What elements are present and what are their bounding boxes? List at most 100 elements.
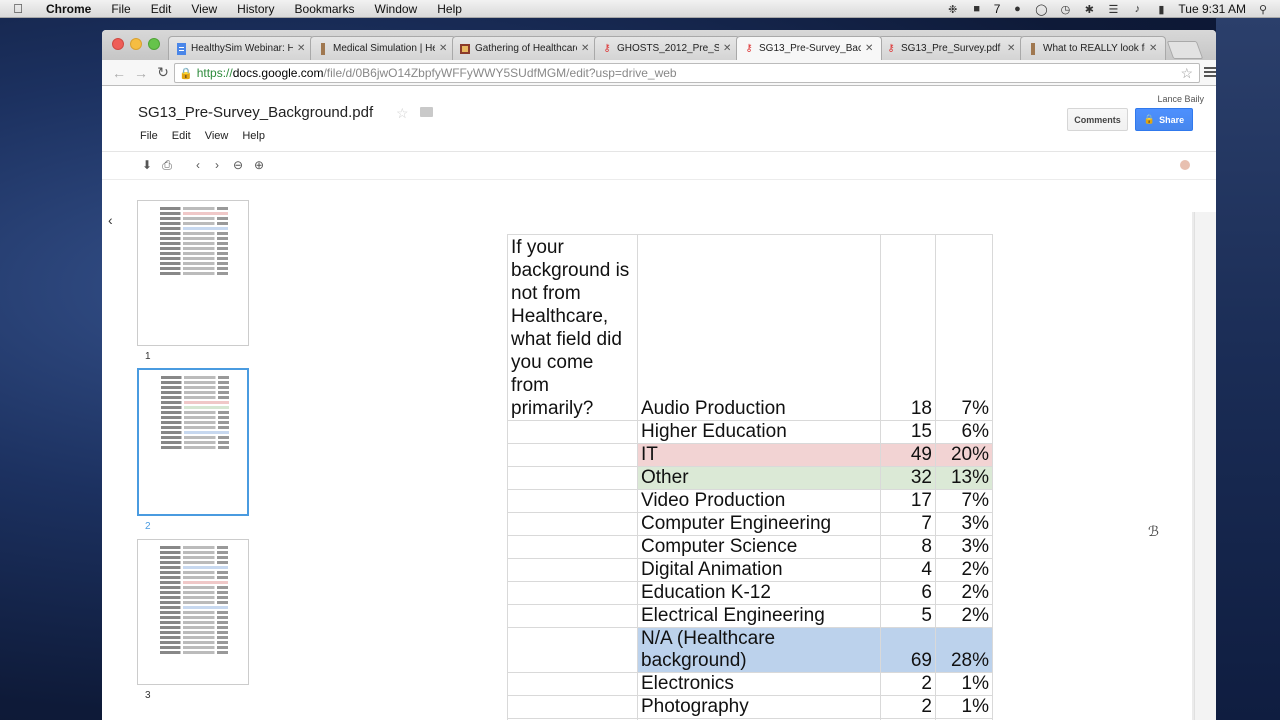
zoom-in-icon[interactable]: ⊕ xyxy=(252,158,266,172)
menu-edit[interactable]: Edit xyxy=(141,2,182,16)
sync-icon[interactable]: ● xyxy=(1010,3,1024,15)
tab-what-to-really-look-for[interactable]: What to REALLY look fo ✕ xyxy=(1020,36,1166,60)
table-row: If your background is not from Healthcar… xyxy=(507,234,993,421)
forward-arrow-icon[interactable]: → xyxy=(130,65,152,81)
clock[interactable]: Tue 9:31 AM xyxy=(1178,2,1246,16)
page-number-label: 1 xyxy=(145,351,151,362)
tab-sg13-pre-survey-pdf[interactable]: ⚷ SG13_Pre_Survey.pdf ✕ xyxy=(878,36,1024,60)
count-cell: 32 xyxy=(880,466,936,490)
previous-page-icon[interactable]: ‹ xyxy=(191,158,205,172)
back-arrow-icon[interactable]: ← xyxy=(108,65,130,81)
tab-healthysim-webinar[interactable]: HealthySim Webinar: Ho ✕ xyxy=(168,36,314,60)
tab-close-icon[interactable]: ✕ xyxy=(581,43,591,54)
spotlight-search-icon[interactable]: ⚲ xyxy=(1256,3,1270,16)
desktop-wallpaper-edge xyxy=(1216,18,1280,720)
time-machine-icon[interactable]: ◷ xyxy=(1058,3,1072,16)
percent-cell: 1% xyxy=(935,695,993,719)
question-cell xyxy=(507,695,638,719)
question-cell xyxy=(507,489,638,513)
tab-gathering-of-healthcare[interactable]: Gathering of Healthcare ✕ xyxy=(452,36,598,60)
chrome-menu-icon[interactable] xyxy=(1204,67,1216,77)
volume-icon[interactable]: ♪ xyxy=(1130,3,1144,15)
creative-cloud-icon[interactable]: ◯ xyxy=(1034,3,1048,16)
table-row: Higher Education 15 6% xyxy=(507,420,993,444)
vertical-scrollbar[interactable] xyxy=(1194,212,1216,720)
tab-close-icon[interactable]: ✕ xyxy=(723,43,733,54)
comments-button[interactable]: Comments xyxy=(1067,108,1128,131)
account-name[interactable]: Lance Baily xyxy=(1157,94,1204,104)
docs-menu-file[interactable]: File xyxy=(140,130,158,142)
menu-file[interactable]: File xyxy=(101,2,140,16)
docs-menu-help[interactable]: Help xyxy=(242,130,265,142)
folder-icon[interactable] xyxy=(420,107,433,117)
wifi-icon[interactable]: ☰ xyxy=(1106,3,1120,16)
question-cell xyxy=(507,443,638,467)
document-title[interactable]: SG13_Pre-Survey_Background.pdf xyxy=(138,104,373,121)
share-button[interactable]: 🔒 Share xyxy=(1135,108,1193,131)
percent-cell: 20% xyxy=(935,443,993,467)
count-cell: 6 xyxy=(880,581,936,605)
percent-cell: 6% xyxy=(935,420,993,444)
question-cell xyxy=(507,672,638,696)
tab-sg13-pre-survey-background[interactable]: ⚷ SG13_Pre-Survey_Backg ✕ xyxy=(736,36,882,60)
page-thumbnail-3[interactable] xyxy=(137,539,249,685)
docs-menu-bar: File Edit View Help xyxy=(140,130,265,142)
percent-cell: 7% xyxy=(935,489,993,513)
category-cell: Audio Production xyxy=(637,234,881,421)
zoom-out-icon[interactable]: ⊖ xyxy=(231,158,245,172)
star-icon[interactable]: ☆ xyxy=(396,105,409,122)
tab-close-icon[interactable]: ✕ xyxy=(297,43,307,54)
docs-menu-view[interactable]: View xyxy=(205,130,229,142)
page-thumbnail-1[interactable] xyxy=(137,200,249,346)
percent-cell: 2% xyxy=(935,604,993,628)
menu-view[interactable]: View xyxy=(181,2,227,16)
docs-menu-edit[interactable]: Edit xyxy=(172,130,191,142)
page-thumbnail-2[interactable] xyxy=(137,368,249,516)
battery-icon[interactable]: ▮ xyxy=(1154,3,1168,16)
tab-close-icon[interactable]: ✕ xyxy=(1007,43,1017,54)
gear-icon[interactable]: ❉ xyxy=(946,3,960,16)
tab-label: SG13_Pre_Survey.pdf xyxy=(901,43,1001,54)
menu-app-name[interactable]: Chrome xyxy=(36,2,101,16)
bluetooth-icon[interactable]: ✱ xyxy=(1082,3,1096,16)
tab-medical-simulation[interactable]: Medical Simulation | He ✕ xyxy=(310,36,456,60)
page-icon xyxy=(1027,42,1039,55)
collapse-sidebar-icon[interactable]: ‹ xyxy=(108,212,113,228)
tabs: HealthySim Webinar: Ho ✕ Medical Simulat… xyxy=(168,36,1204,60)
tab-ghosts-pre-survey[interactable]: ⚷ GHOSTS_2012_Pre_Surv ✕ xyxy=(594,36,740,60)
count-cell: 15 xyxy=(880,420,936,444)
bookmark-star-icon[interactable]: ☆ xyxy=(1180,65,1193,82)
menu-bookmarks[interactable]: Bookmarks xyxy=(285,2,365,16)
window-close-button[interactable] xyxy=(112,38,124,50)
count-cell: 69 xyxy=(880,627,936,673)
thumbnail-content xyxy=(160,546,228,656)
menu-history[interactable]: History xyxy=(227,2,284,16)
adobe-icon[interactable]: ■ xyxy=(970,3,984,15)
tab-label: Medical Simulation | He xyxy=(333,43,435,54)
percent-cell: 3% xyxy=(935,512,993,536)
docs-icon xyxy=(175,42,187,55)
new-tab-button[interactable] xyxy=(1166,41,1204,59)
count-cell: 8 xyxy=(880,535,936,559)
category-cell: IT xyxy=(637,443,881,467)
download-icon[interactable]: ⬇ xyxy=(140,158,154,172)
percent-cell: 7% xyxy=(935,234,993,421)
menu-extras: ❉ ■ 7 ● ◯ ◷ ✱ ☰ ♪ ▮ Tue 9:31 AM ⚲ xyxy=(946,0,1280,18)
lock-icon: 🔒 xyxy=(179,67,193,80)
tab-close-icon[interactable]: ✕ xyxy=(439,43,449,54)
window-minimize-button[interactable] xyxy=(130,38,142,50)
tab-close-icon[interactable]: ✕ xyxy=(1149,43,1159,54)
address-bar[interactable]: 🔒 https:// docs.google.com /file/d/0B6jw… xyxy=(174,63,1200,83)
reload-icon[interactable]: ↻ xyxy=(152,64,174,81)
extension-icon[interactable] xyxy=(1180,160,1190,170)
menu-window[interactable]: Window xyxy=(365,2,428,16)
tab-label: HealthySim Webinar: Ho xyxy=(191,43,293,54)
tab-close-icon[interactable]: ✕ xyxy=(865,43,875,54)
window-maximize-button[interactable] xyxy=(148,38,160,50)
lock-icon: 🔒 xyxy=(1143,114,1156,124)
menu-help[interactable]: Help xyxy=(427,2,472,16)
category-cell: Education K-12 xyxy=(637,581,881,605)
apple-menu-icon[interactable]:  xyxy=(0,1,36,16)
next-page-icon[interactable]: › xyxy=(210,158,224,172)
print-icon[interactable]: ⎙ xyxy=(160,158,174,173)
